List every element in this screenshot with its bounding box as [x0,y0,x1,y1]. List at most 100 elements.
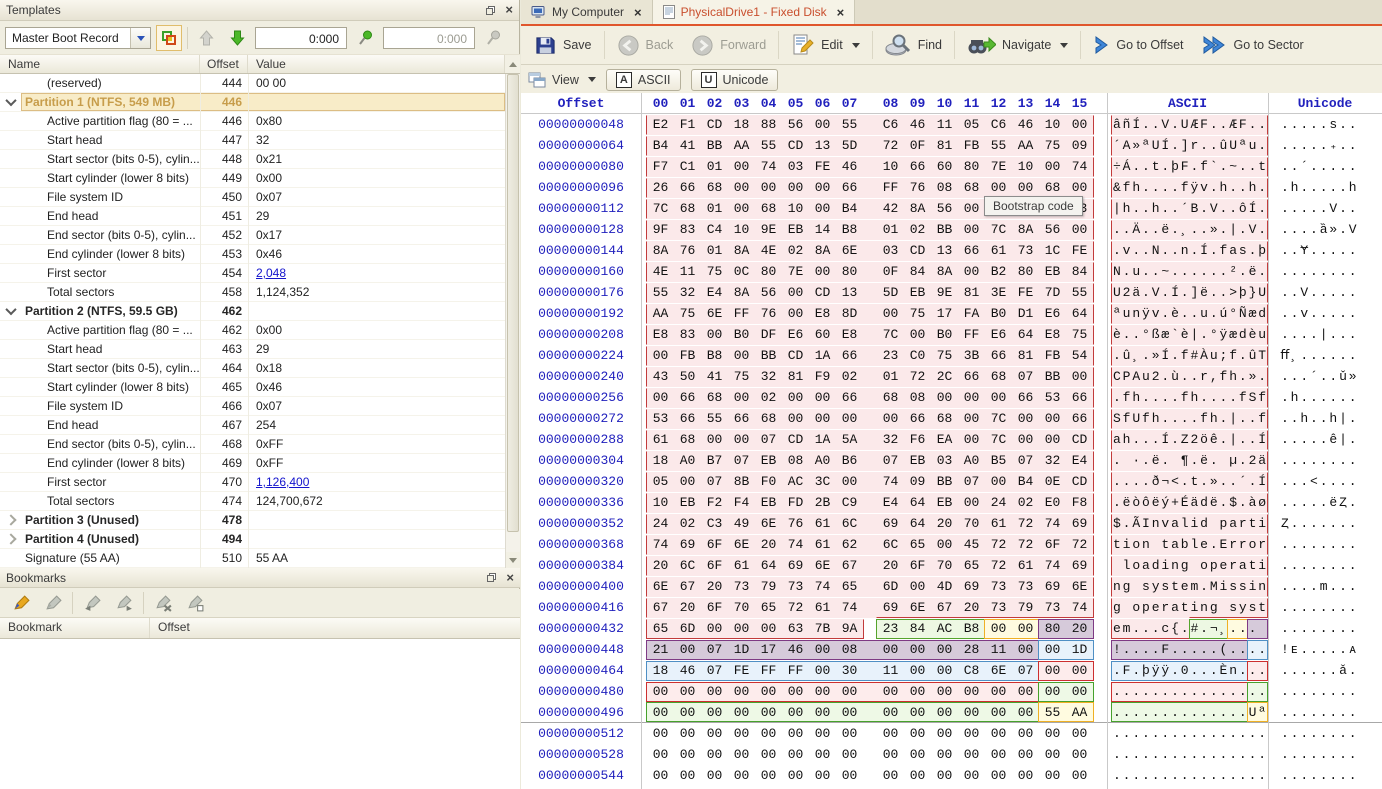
hex-byte[interactable]: 64 [1066,306,1093,321]
hex-byte[interactable]: 00 [958,201,985,216]
ascii-cell[interactable]: $.ÃInvalid parti [1107,514,1268,534]
hex-byte[interactable]: 07 [701,474,728,489]
hex-byte[interactable]: 3E [985,285,1012,300]
hex-byte[interactable]: 66 [1066,390,1093,405]
hex-byte[interactable]: 66 [904,411,931,426]
hex-byte[interactable]: 00 [1039,159,1066,174]
hex-byte[interactable]: 69 [1066,516,1093,531]
hex-byte[interactable]: CD [782,432,809,447]
hex-byte[interactable]: 00 [904,747,931,762]
hex-byte[interactable]: 7E [985,159,1012,174]
hex-byte[interactable]: 69 [958,579,985,594]
hex-byte[interactable]: 61 [728,558,755,573]
hex-byte[interactable]: 6F [701,600,728,615]
hex-byte[interactable]: 80 [836,264,863,279]
hex-byte[interactable]: 00 [701,432,728,447]
unicode-toggle-button[interactable]: U Unicode [691,69,779,91]
hex-byte[interactable]: 23 [877,621,904,636]
hex-byte[interactable]: 56 [755,285,782,300]
hex-byte[interactable]: 8A [809,243,836,258]
hex-byte[interactable]: 6E [985,663,1012,678]
hex-byte[interactable]: FF [755,663,782,678]
hex-byte[interactable]: 00 [1066,369,1093,384]
hex-row[interactable]: 000000001127C680100681000B4428A560013|h.… [521,198,1382,219]
ascii-cell[interactable]: tion table.Error [1107,535,1268,555]
hex-byte[interactable]: 00 [782,306,809,321]
hex-byte[interactable]: 65 [647,621,674,636]
hex-byte[interactable]: 84 [904,621,931,636]
hex-byte[interactable]: 7C [985,222,1012,237]
hex-byte[interactable]: 8A [1012,222,1039,237]
hex-byte[interactable]: AA [728,138,755,153]
hex-byte[interactable]: 00 [701,747,728,762]
hex-byte[interactable]: 49 [728,516,755,531]
hex-byte[interactable]: 1A [809,432,836,447]
hex-byte[interactable]: 00 [931,390,958,405]
hex-byte[interactable]: 00 [1039,663,1066,678]
template-row[interactable]: End cylinder (lower 8 bits)4530x46 [0,245,505,264]
hex-byte[interactable]: 2B [809,495,836,510]
hex-byte[interactable]: 00 [836,768,863,783]
hex-byte[interactable]: 00 [674,768,701,783]
hex-byte[interactable]: 69 [877,516,904,531]
hex-byte[interactable]: 00 [836,726,863,741]
hex-byte[interactable]: 74 [1039,516,1066,531]
ascii-cell[interactable]: ..Ä..ë.¸..».|.V. [1107,220,1268,240]
template-row[interactable]: Partition 3 (Unused)478 [0,511,505,530]
hex-row[interactable]: 000000004482100071D174600080000002811000… [521,639,1382,660]
hex-byte[interactable]: 41 [674,138,701,153]
hex-byte[interactable]: 10 [1039,117,1066,132]
ascii-cell[interactable]: N.u..~......².ë. [1107,262,1268,282]
hex-byte[interactable]: C3 [701,516,728,531]
hex-byte[interactable]: 00 [836,705,863,720]
hex-byte[interactable]: 67 [647,600,674,615]
hex-byte[interactable]: BB [755,348,782,363]
hex-byte[interactable]: 73 [985,600,1012,615]
hex-byte[interactable]: 00 [1012,747,1039,762]
hex-byte[interactable]: 00 [782,726,809,741]
chevron-collapsed-icon[interactable] [5,533,16,544]
hex-byte[interactable]: 00 [877,747,904,762]
hex-byte[interactable]: 00 [1012,768,1039,783]
hex-byte[interactable]: 00 [701,621,728,636]
hex-byte[interactable]: A0 [958,453,985,468]
combo-dropdown-button[interactable] [130,28,150,48]
add-bookmark-button[interactable] [8,590,34,616]
previous-bookmark-button[interactable] [79,590,105,616]
hex-byte[interactable]: 00 [931,726,958,741]
hex-byte[interactable]: 00 [1012,684,1039,699]
scroll-up-button[interactable] [504,55,520,73]
hex-byte[interactable]: 07 [755,432,782,447]
template-row[interactable]: File system ID4500x07 [0,188,505,207]
hex-byte[interactable]: 8A [728,285,755,300]
unicode-cell[interactable]: ........ [1268,537,1382,552]
hex-byte[interactable]: 00 [958,432,985,447]
hex-byte[interactable]: 4E [647,264,674,279]
ascii-cell[interactable]: SfUfh....fh.|..f [1107,409,1268,429]
hex-byte[interactable]: B0 [985,306,1012,321]
hex-row[interactable]: 00000000432656D000000637B9A2384ACB800008… [521,618,1382,639]
hex-byte[interactable]: 72 [985,537,1012,552]
hex-byte[interactable]: 02 [836,369,863,384]
hex-byte[interactable]: B7 [701,453,728,468]
hex-byte[interactable]: 61 [1012,558,1039,573]
hex-byte[interactable]: 00 [674,705,701,720]
hex-byte[interactable]: 7C [877,327,904,342]
hex-byte[interactable]: 00 [674,684,701,699]
hex-byte[interactable]: 32 [877,432,904,447]
hex-byte[interactable]: C0 [904,348,931,363]
hex-row[interactable]: 0000000041667206F7065726174696E672073797… [521,597,1382,618]
hex-byte[interactable]: 6E [755,516,782,531]
hex-byte[interactable]: 65 [904,537,931,552]
template-row[interactable]: Start head46329 [0,340,505,359]
templates-scrollbar[interactable] [505,74,520,568]
hex-row[interactable]: 000000003200500078BF0AC3C007409BB0700B40… [521,471,1382,492]
hex-byte[interactable]: 00 [931,747,958,762]
hex-byte[interactable]: 00 [782,747,809,762]
hex-byte[interactable]: 00 [931,684,958,699]
template-row[interactable]: Total sectors4581,124,352 [0,283,505,302]
hex-byte[interactable]: 73 [1012,579,1039,594]
hex-byte[interactable]: 00 [728,180,755,195]
unicode-cell[interactable]: .h...... [1268,390,1382,405]
hex-byte[interactable]: 00 [904,642,931,657]
